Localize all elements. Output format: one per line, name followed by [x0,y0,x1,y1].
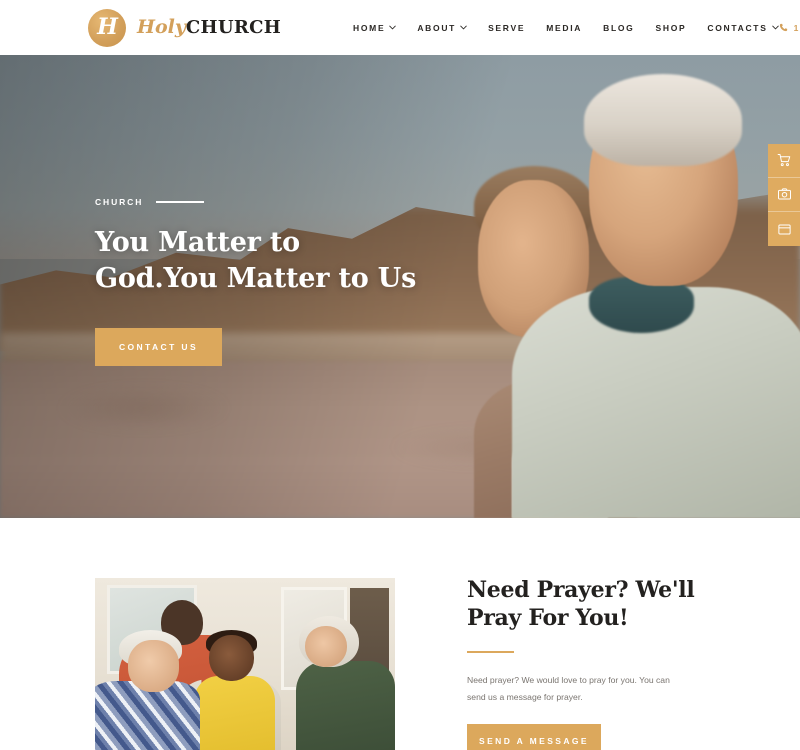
phone-number: 123-456-7890 [793,22,800,33]
prayer-divider [467,651,514,654]
window-icon [777,222,792,237]
prayer-body-text: Need prayer? We would love to pray for y… [467,675,670,703]
main-navigation: HOME ABOUT SERVE MEDIA BLOG SHOP CONTACT… [353,23,779,33]
hero-title-line1: You Matter to [95,227,300,258]
nav-item-label: SERVE [488,22,526,33]
site-header: H HolyCHURCH HOME ABOUT SERVE MEDIA BLOG… [0,0,800,55]
brand-name-italic: Holy [137,16,186,38]
nav-item-label: BLOG [603,22,635,33]
hero-eyebrow: CHURCH [95,197,144,207]
prayer-image [95,578,395,750]
chevron-down-icon [389,24,397,31]
prayer-section: Need Prayer? We'll Pray For You! Need pr… [0,518,800,750]
nav-item-blog[interactable]: BLOG [603,23,634,33]
nav-item-label: SHOP [655,22,687,33]
header-phone-link[interactable]: 123-456-7890 [779,23,800,33]
nav-item-label: MEDIA [546,22,583,33]
side-tab-cart[interactable] [768,144,800,178]
hero-content: CHURCH You Matter to God.You Matter to U… [0,55,800,518]
nav-item-media[interactable]: MEDIA [546,23,582,33]
hero-copy-block: CHURCH You Matter to God.You Matter to U… [95,197,515,366]
prayer-title: Need Prayer? We'll Pray For You! [467,576,717,632]
hero-section: CHURCH You Matter to God.You Matter to U… [0,55,800,518]
nav-item-about[interactable]: ABOUT [417,23,467,33]
side-tab-gallery[interactable] [768,178,800,212]
send-a-message-button[interactable]: SEND A MESSAGE [467,723,601,750]
chevron-down-icon [460,24,467,31]
nav-item-label: ABOUT [417,22,457,33]
person-2-body [95,681,200,750]
side-tab-window[interactable] [768,212,800,246]
person-2-head [128,639,179,692]
prayer-title-line1: Need Prayer? We'll [467,577,695,603]
hero-eyebrow-line [156,201,205,203]
cart-icon [777,153,792,168]
side-tab-bar [768,144,800,246]
prayer-title-line2: Pray For You! [467,605,629,632]
nav-item-label: HOME [353,22,386,33]
phone-icon [779,23,788,32]
gallery-icon [777,187,792,202]
hero-eyebrow-row: CHURCH [95,197,515,207]
hero-title-line2: God.You Matter to Us [95,262,417,294]
person-4-head [305,626,347,668]
brand-logo[interactable]: H HolyCHURCH [88,8,281,47]
person-3-body [194,676,275,750]
prayer-copy-block: Need Prayer? We'll Pray For You! Need pr… [467,576,717,750]
logo-mark-letter: H [97,13,118,40]
church-monogram-icon: H [88,8,126,47]
brand-name: HolyCHURCH [137,18,281,37]
nav-item-shop[interactable]: SHOP [655,23,686,33]
hero-title: You Matter to God.You Matter to Us [95,225,515,297]
contact-us-button[interactable]: CONTACT US [95,327,222,366]
person-3-head [209,634,254,682]
nav-item-contacts[interactable]: CONTACTS [707,22,779,33]
page-root: H HolyCHURCH HOME ABOUT SERVE MEDIA BLOG… [0,0,800,750]
nav-item-home[interactable]: HOME [353,22,397,33]
prayer-image-scene [95,578,395,750]
nav-item-serve[interactable]: SERVE [488,23,525,33]
chevron-down-icon [771,24,779,31]
nav-item-label: CONTACTS [707,22,768,33]
brand-name-bold: CHURCH [185,17,282,38]
person-4-body [296,660,395,750]
